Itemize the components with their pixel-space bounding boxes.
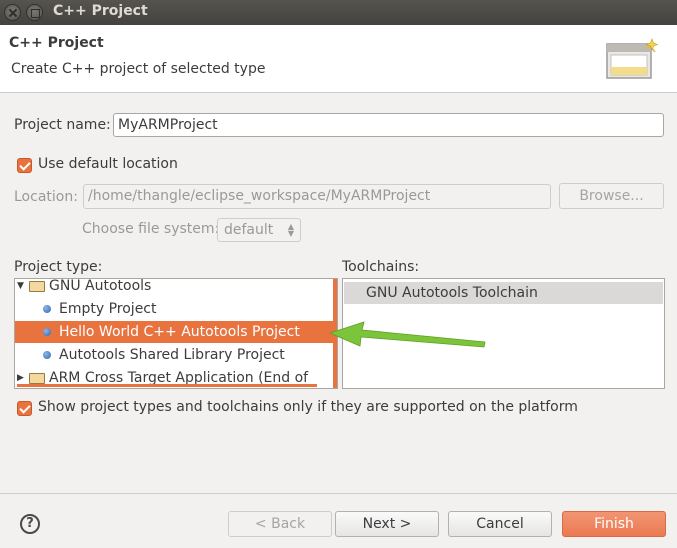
- tree-item-label: GNU Autotools: [49, 278, 152, 294]
- project-template-icon: [43, 328, 51, 336]
- folder-open-icon: [29, 281, 45, 292]
- page-subtitle: Create C++ project of selected type: [11, 61, 266, 77]
- page-title: C++ Project: [9, 35, 104, 51]
- close-window-icon[interactable]: [4, 4, 21, 21]
- file-system-value: default: [224, 222, 274, 238]
- annotation-arrow: [328, 321, 486, 348]
- horizontal-scrollbar[interactable]: [17, 384, 317, 387]
- next-button[interactable]: Next >: [335, 511, 439, 537]
- project-template-icon: [43, 305, 51, 313]
- file-system-select[interactable]: default ▲ ▼: [217, 218, 301, 242]
- toolchains-label: Toolchains:: [342, 259, 420, 275]
- show-supported-checkbox[interactable]: [17, 401, 32, 416]
- show-supported-label: Show project types and toolchains only i…: [38, 399, 578, 415]
- tree-item-label: Autotools Shared Library Project: [59, 347, 285, 363]
- wizard-header: C++ Project Create C++ project of select…: [0, 25, 677, 93]
- toolchain-item-gnu-autotools[interactable]: GNU Autotools Toolchain: [344, 282, 663, 304]
- cancel-button[interactable]: Cancel: [448, 511, 552, 537]
- use-default-location-label: Use default location: [38, 156, 178, 172]
- maximize-window-icon[interactable]: [26, 4, 43, 21]
- help-icon[interactable]: ?: [20, 514, 40, 534]
- expanded-arrow-icon[interactable]: ▼: [17, 279, 24, 297]
- title-bar: C++ Project: [0, 0, 677, 25]
- footer-separator: [0, 493, 677, 494]
- tree-item-label: Hello World C++ Autotools Project: [59, 324, 300, 340]
- folder-icon: [29, 373, 45, 384]
- location-input[interactable]: /home/thangle/eclipse_workspace/MyARMPro…: [83, 184, 551, 209]
- project-type-tree[interactable]: ▼ GNU Autotools Empty Project Hello Worl…: [14, 278, 338, 389]
- finish-button[interactable]: Finish: [562, 511, 666, 537]
- project-name-label: Project name:: [14, 117, 111, 133]
- tree-item-empty-project[interactable]: Empty Project: [15, 298, 337, 320]
- file-system-label: Choose file system:: [82, 221, 220, 237]
- back-button[interactable]: < Back: [228, 511, 332, 537]
- location-label: Location:: [14, 189, 78, 205]
- window-title: C++ Project: [53, 3, 148, 19]
- spinner-arrows-icon: ▲ ▼: [287, 222, 294, 238]
- project-template-icon: [43, 351, 51, 359]
- new-project-wizard-icon: [606, 38, 659, 79]
- use-default-location-checkbox[interactable]: [17, 158, 32, 173]
- browse-button[interactable]: Browse...: [559, 183, 664, 209]
- project-type-label: Project type:: [14, 259, 103, 275]
- project-name-input[interactable]: MyARMProject: [113, 113, 664, 137]
- tree-item-hello-world-cpp-autotools[interactable]: Hello World C++ Autotools Project: [15, 321, 337, 343]
- tree-item-gnu-autotools[interactable]: ▼ GNU Autotools: [15, 278, 337, 297]
- tree-item-label: Empty Project: [59, 301, 157, 317]
- tree-item-autotools-shared-library[interactable]: Autotools Shared Library Project: [15, 344, 337, 366]
